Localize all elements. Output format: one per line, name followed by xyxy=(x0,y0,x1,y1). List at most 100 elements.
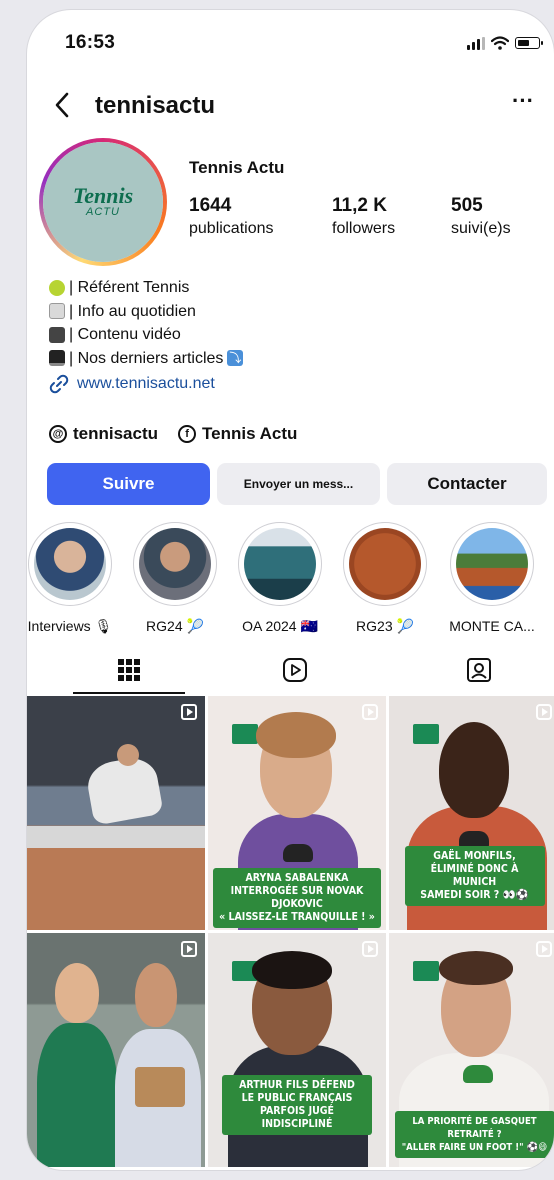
active-tab-indicator xyxy=(73,692,185,694)
status-bar: 16:53 xyxy=(27,10,554,74)
post-caption: ARYNA SABALENKA INTERROGÉE SUR NOVAK DJO… xyxy=(213,868,381,928)
contact-button[interactable]: Contacter xyxy=(387,463,547,505)
status-icons xyxy=(467,36,543,50)
reel-icon xyxy=(362,704,378,720)
movie-camera-icon xyxy=(49,326,65,343)
post-tile[interactable]: LA PRIORITÉ DE GASQUET RETRAITÉ ? "ALLER… xyxy=(389,933,554,1167)
threads-link[interactable]: tennisactu xyxy=(73,424,158,444)
threads-icon: @ xyxy=(49,425,67,443)
stat-label: followers xyxy=(332,220,396,237)
facebook-link[interactable]: Tennis Actu xyxy=(202,424,297,444)
social-links: @ tennisactu f Tennis Actu xyxy=(49,424,297,444)
reel-icon xyxy=(362,941,378,957)
sponsor-logo xyxy=(413,961,439,981)
highlight-label: Interviews 🎙 xyxy=(27,618,113,634)
profile-tabs xyxy=(27,646,554,694)
highlight-cover xyxy=(139,528,211,600)
highlight-label: RG24 🎾 xyxy=(146,618,204,634)
message-button[interactable]: Envoyer un mess... xyxy=(217,463,380,505)
player-head xyxy=(55,963,99,1023)
bio-text: | Référent Tennis xyxy=(69,279,190,296)
wifi-icon xyxy=(491,36,509,50)
player-hair xyxy=(439,951,513,985)
sponsor-logo xyxy=(413,724,439,744)
highlight-monte-carlo[interactable]: MONTE CA... xyxy=(447,522,537,634)
highlight-cover xyxy=(456,528,528,600)
battery-icon xyxy=(515,37,543,49)
banner xyxy=(27,826,205,848)
bio-text: | Info au quotidien xyxy=(69,302,196,320)
highlight-rg23[interactable]: RG23 🎾 xyxy=(340,522,430,635)
microphone xyxy=(463,1065,493,1083)
bio-line: | Référent Tennis xyxy=(49,276,243,300)
post-caption: LA PRIORITÉ DE GASQUET RETRAITÉ ? "ALLER… xyxy=(394,1111,554,1158)
highlight-label: RG23 🎾 xyxy=(356,618,414,634)
logo-sub-text: ACTU xyxy=(86,206,120,218)
laptop-icon xyxy=(49,350,65,367)
profile-header: tennisactu ··· xyxy=(27,88,554,128)
stat-followers[interactable]: 11,2 K followers xyxy=(332,194,395,240)
down-right-arrow-icon: ⤵ xyxy=(227,350,244,367)
bio-line: | Info au quotidien xyxy=(49,300,243,324)
player-hair xyxy=(252,951,332,989)
bio-line: | Nos derniers articles ⤵ xyxy=(49,347,244,371)
tennis-ball-icon xyxy=(49,279,65,296)
avatar[interactable]: Tennis ACTU xyxy=(39,138,167,266)
back-arrow-icon[interactable] xyxy=(49,90,79,120)
bio-line: | Contenu vidéo xyxy=(49,323,243,347)
sponsor-logo xyxy=(232,724,258,744)
highlight-rg24[interactable]: RG24 🎾 xyxy=(130,522,220,635)
link-icon xyxy=(49,374,69,394)
profile-display-name: Tennis Actu xyxy=(189,158,285,177)
website-link[interactable]: www.tennisactu.net xyxy=(49,374,215,394)
highlight-interviews[interactable]: Interviews 🎙 xyxy=(27,522,115,635)
logo-main-text: Tennis xyxy=(72,183,134,208)
newspaper-icon xyxy=(49,303,65,320)
phone-screen: 16:53 tennisactu ··· Tennis ACTU Tennis … xyxy=(27,10,554,1170)
posts-grid: ARYNA SABALENKA INTERROGÉE SUR NOVAK DJO… xyxy=(27,696,554,1167)
player-head xyxy=(135,963,177,1027)
highlight-cover xyxy=(244,528,316,600)
status-time: 16:53 xyxy=(65,32,116,53)
trophy xyxy=(135,1067,185,1107)
post-caption: GAËL MONFILS, ÉLIMINÉ DONC À MUNICH SAME… xyxy=(404,846,545,906)
reel-icon xyxy=(536,941,552,957)
signal-icon xyxy=(467,36,485,50)
player-head xyxy=(117,744,139,766)
follow-button[interactable]: Suivre xyxy=(47,463,210,505)
player-body xyxy=(37,1023,117,1167)
post-tile[interactable]: ARTHUR FILS DÉFEND LE PUBLIC FRANÇAIS PA… xyxy=(208,933,386,1167)
highlight-oa2024[interactable]: OA 2024 🇦🇺 xyxy=(235,522,325,635)
post-tile[interactable] xyxy=(27,696,205,930)
tagged-icon[interactable] xyxy=(465,656,493,684)
stat-value: 505 xyxy=(451,195,483,216)
grid-icon[interactable] xyxy=(115,656,143,684)
bio-text: | Contenu vidéo xyxy=(69,326,181,343)
highlight-cover xyxy=(34,528,106,600)
highlight-label: OA 2024 🇦🇺 xyxy=(242,618,318,634)
post-caption: ARTHUR FILS DÉFEND LE PUBLIC FRANÇAIS PA… xyxy=(222,1075,372,1135)
bio-text: | Nos derniers articles xyxy=(69,349,224,367)
avatar-logo: Tennis ACTU xyxy=(43,142,163,262)
stat-posts[interactable]: 1644 publications xyxy=(189,194,274,240)
highlight-label: MONTE CA... xyxy=(449,618,535,634)
stat-label: publications xyxy=(189,220,274,237)
microphone xyxy=(283,844,313,862)
facebook-icon: f xyxy=(178,425,197,443)
stat-value: 11,2 K xyxy=(332,195,387,216)
reels-icon[interactable] xyxy=(281,656,309,684)
reel-icon xyxy=(536,704,552,720)
carousel-icon xyxy=(181,704,197,720)
stat-label: suivi(e)s xyxy=(451,220,511,237)
stat-following[interactable]: 505 suivi(e)s xyxy=(451,194,511,240)
post-tile[interactable]: ARYNA SABALENKA INTERROGÉE SUR NOVAK DJO… xyxy=(208,696,386,930)
player-hair xyxy=(256,712,336,758)
more-icon[interactable]: ··· xyxy=(508,90,538,120)
post-tile[interactable]: GAËL MONFILS, ÉLIMINÉ DONC À MUNICH SAME… xyxy=(389,696,554,930)
carousel-icon xyxy=(181,941,197,957)
player-head xyxy=(439,722,509,818)
post-tile[interactable] xyxy=(27,933,205,1167)
stat-value: 1644 xyxy=(189,195,232,216)
page-title: tennisactu xyxy=(95,92,216,119)
highlight-cover xyxy=(349,528,421,600)
